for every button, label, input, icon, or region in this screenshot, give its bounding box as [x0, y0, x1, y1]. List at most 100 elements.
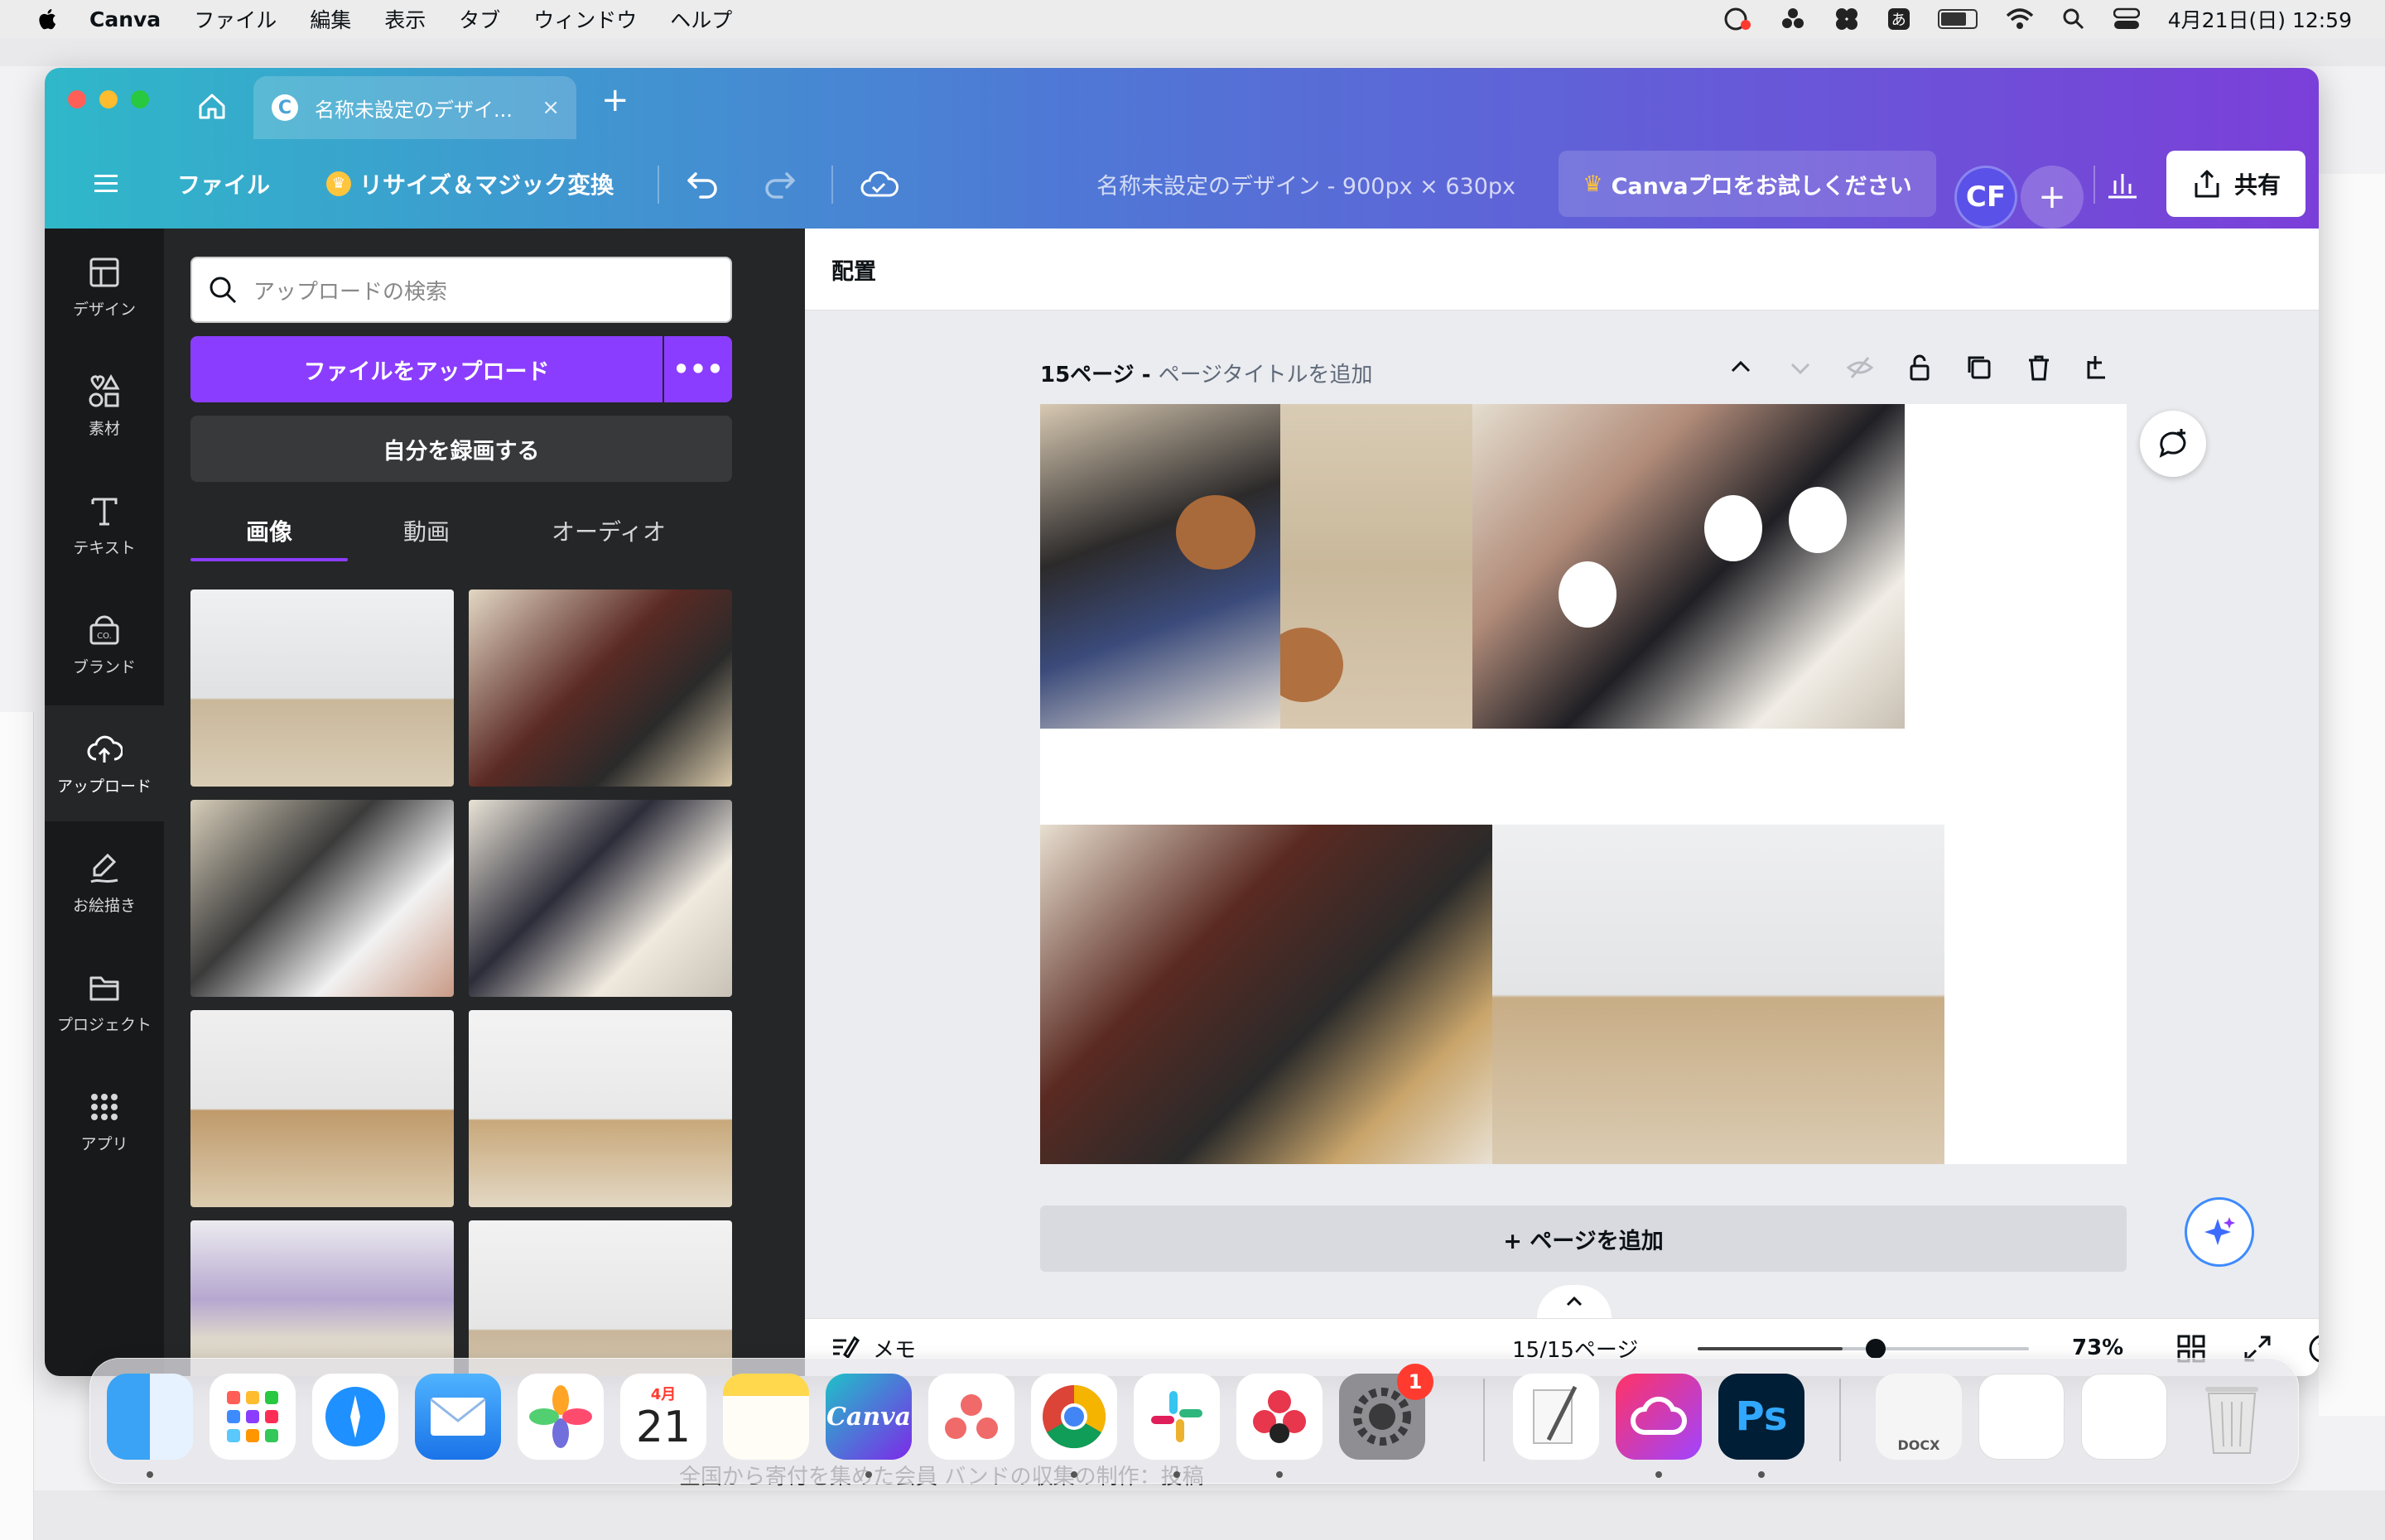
chevron-up-icon[interactable] [1726, 353, 1756, 383]
rail-item-uploads[interactable]: アップロード [45, 705, 164, 821]
search-box[interactable]: アップロードの検索 [190, 257, 732, 323]
photoshop-icon[interactable]: Ps [1718, 1374, 1804, 1460]
record-yourself-button[interactable]: 自分を録画する [190, 416, 732, 482]
slack-icon[interactable] [1134, 1374, 1220, 1460]
magic-assistant-button[interactable] [2185, 1197, 2254, 1267]
new-tab-button[interactable]: + [601, 81, 629, 119]
docx-file-icon[interactable]: DOCX [1876, 1374, 1962, 1460]
wifi-icon[interactable] [2006, 7, 2034, 31]
canvas-photo[interactable] [1280, 404, 1472, 729]
delete-page-icon[interactable] [2024, 353, 2054, 383]
uploaded-image[interactable] [469, 1010, 732, 1207]
uploaded-image[interactable] [190, 590, 454, 787]
chevron-down-icon[interactable] [1785, 353, 1815, 383]
flower-icon[interactable] [1833, 6, 1860, 32]
menu-file[interactable]: ファイル [194, 4, 277, 34]
resize-button[interactable]: ♛ リサイズ＆マジック変換 [326, 139, 614, 229]
rail-item-elements[interactable]: 素材 [45, 348, 164, 464]
rail-item-draw[interactable]: お絵描き [45, 825, 164, 941]
duplicate-page-icon[interactable] [1964, 353, 1994, 383]
design-title[interactable]: 名称未設定のデザイン - 900px × 630px [1096, 139, 1515, 229]
try-pro-button[interactable]: ♛ Canvaプロをお試しください [1559, 151, 1936, 217]
close-window-button[interactable] [68, 90, 86, 108]
mail-icon[interactable] [415, 1374, 501, 1460]
uploaded-image[interactable] [190, 800, 454, 997]
add-page-button[interactable]: + ページを追加 [1040, 1206, 2127, 1272]
canvas-photo[interactable] [1040, 404, 1280, 729]
rail-item-text[interactable]: テキスト [45, 467, 164, 583]
creative-cloud-icon[interactable] [1616, 1374, 1702, 1460]
redo-icon[interactable] [762, 166, 798, 202]
menu-view[interactable]: 表示 [384, 4, 426, 34]
minimize-window-button[interactable] [99, 90, 118, 108]
lock-icon[interactable] [1905, 353, 1934, 383]
rail-item-projects[interactable]: プロジェクト [45, 944, 164, 1060]
upload-files-button[interactable]: ファイルをアップロード [190, 336, 662, 402]
position-button[interactable]: 配置 [831, 229, 876, 310]
system-settings-icon[interactable]: 1 [1339, 1364, 1433, 1460]
canva-app-icon[interactable]: Canva [826, 1374, 912, 1460]
canvas-photo[interactable] [1040, 825, 1492, 1164]
add-comment-button[interactable] [2140, 411, 2206, 477]
rail-item-design[interactable]: デザイン [45, 229, 164, 344]
finder-icon[interactable] [107, 1374, 193, 1460]
hamburger-menu-icon[interactable] [91, 169, 121, 199]
share-button[interactable]: 共有 [2166, 151, 2306, 217]
tab-audio[interactable]: オーディオ [505, 510, 712, 551]
notes-app-icon[interactable] [723, 1374, 809, 1460]
uploaded-image[interactable] [469, 1220, 732, 1376]
clock[interactable]: 4月21日(日) 12:59 [2168, 4, 2352, 34]
canvas-photo[interactable] [1492, 825, 1944, 1164]
menu-help[interactable]: ヘルプ [670, 4, 732, 34]
uploaded-image[interactable] [469, 590, 732, 787]
hide-page-icon[interactable] [1845, 353, 1875, 383]
asana-icon[interactable] [928, 1374, 1014, 1460]
home-icon[interactable] [195, 89, 229, 123]
canvas-photo[interactable] [1472, 404, 1905, 729]
tab-videos[interactable]: 動画 [348, 510, 505, 551]
uploaded-image[interactable] [190, 1010, 454, 1207]
add-page-icon[interactable] [2084, 353, 2113, 383]
menu-edit[interactable]: 編集 [310, 4, 351, 34]
apple-icon[interactable] [35, 6, 61, 32]
help-icon[interactable] [2307, 1332, 2319, 1365]
upload-more-button[interactable]: ••• [664, 336, 732, 402]
zoom-slider[interactable] [1698, 1339, 2029, 1359]
cloud-saved-icon[interactable] [858, 164, 899, 205]
craft-icon[interactable] [1236, 1374, 1323, 1460]
rail-item-apps[interactable]: アプリ [45, 1063, 164, 1179]
photos-icon[interactable] [518, 1374, 604, 1460]
zoom-slider-handle[interactable] [1866, 1339, 1886, 1359]
trash-icon[interactable] [2189, 1374, 2275, 1460]
screenshot-thumbnail[interactable] [2081, 1374, 2167, 1460]
tab-design[interactable]: C 名称未設定のデザイ... × [253, 76, 576, 139]
avatar[interactable]: CF [1954, 166, 2017, 229]
menu-tab[interactable]: タブ [459, 4, 500, 34]
cluster-icon[interactable] [1780, 7, 1805, 31]
rail-item-brand[interactable]: CO. ブランド [45, 586, 164, 702]
tab-images[interactable]: 画像 [190, 510, 348, 551]
creative-cloud-status-icon[interactable] [1721, 7, 1752, 31]
uploaded-image[interactable] [469, 800, 732, 997]
undo-icon[interactable] [684, 166, 720, 202]
menu-app-name[interactable]: Canva [89, 7, 161, 31]
battery-icon[interactable] [1937, 9, 1978, 29]
screenshot-thumbnail[interactable] [1978, 1374, 2065, 1460]
uploaded-image[interactable] [190, 1220, 454, 1376]
input-method-icon[interactable]: あ [1887, 8, 1910, 30]
safari-icon[interactable] [312, 1374, 398, 1460]
script-editor-icon[interactable] [1513, 1374, 1599, 1460]
launchpad-icon[interactable] [210, 1374, 296, 1460]
menu-window[interactable]: ウィンドウ [533, 4, 637, 34]
tab-close-icon[interactable]: × [542, 95, 560, 120]
file-menu-button[interactable]: ファイル [177, 139, 270, 229]
page-title-input[interactable]: ページタイトルを追加 [1159, 363, 1373, 387]
chrome-icon[interactable] [1031, 1374, 1117, 1460]
show-pages-button[interactable] [1537, 1285, 1612, 1318]
spotlight-search-icon[interactable] [2062, 7, 2085, 31]
calendar-icon[interactable]: 4月 21 [620, 1374, 706, 1460]
invite-button[interactable]: + [2021, 166, 2084, 229]
insights-chart-icon[interactable] [2103, 166, 2142, 204]
control-center-icon[interactable] [2113, 7, 2140, 31]
design-page[interactable] [1040, 404, 2127, 1164]
